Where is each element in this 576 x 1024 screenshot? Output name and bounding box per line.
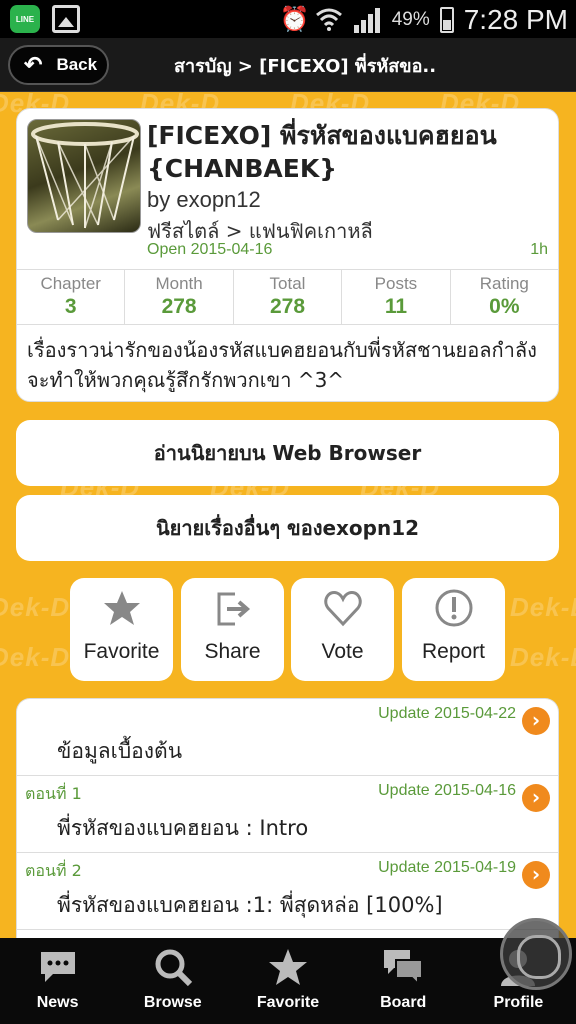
nav-board[interactable]: Board bbox=[346, 938, 461, 1024]
report-button[interactable]: Report bbox=[402, 578, 505, 681]
chapter-title: พี่รหัสของแบคฮยอน : Intro bbox=[57, 816, 309, 840]
vote-button[interactable]: Vote bbox=[291, 578, 394, 681]
watermark: Dek-D bbox=[510, 592, 576, 622]
story-detail[interactable]: Dek-D Dek-D Dek-D Dek-D Dek-D Dek-D Dek-… bbox=[0, 92, 576, 938]
watermark: Dek-D bbox=[0, 592, 71, 622]
back-label: Back bbox=[56, 55, 98, 74]
share-button[interactable]: Share bbox=[181, 578, 284, 681]
stat-total: Total 278 bbox=[234, 270, 343, 324]
battery-percent: 49% bbox=[391, 9, 430, 30]
status-bar: LINE ⏰ 49% 7:28 PM bbox=[0, 0, 576, 38]
chapter-title: พี่รหัสของแบคฮยอน :1: พี่สุดหล่อ [100%] bbox=[57, 893, 443, 917]
chapter-row[interactable]: ตอนที่ 1 Update 2015-04-16 › พี่รหัสของแ… bbox=[17, 776, 558, 853]
title-bar: ↶ Back สารบัญ > [FICEXO] พี่รหัสขอ.. bbox=[0, 38, 576, 92]
clock: 7:28 PM bbox=[463, 4, 568, 35]
line-app-icon: LINE bbox=[10, 5, 40, 33]
board-icon bbox=[384, 950, 424, 987]
signal-icon bbox=[352, 7, 382, 33]
nav-favorite[interactable]: Favorite bbox=[230, 938, 345, 1024]
alarm-icon: ⏰ bbox=[279, 6, 310, 33]
breadcrumb: สารบัญ > [FICEXO] พี่รหัสขอ.. bbox=[174, 56, 437, 77]
other-stories-button[interactable]: นิยายเรื่องอื่นๆ ของexopn12 bbox=[16, 495, 559, 561]
chapter-number: ตอนที่ 2 bbox=[25, 861, 82, 880]
story-open-date: Open 2015-04-16 bbox=[147, 241, 273, 258]
chapter-update-date: Update 2015-04-16 bbox=[378, 782, 516, 799]
back-arrow-icon: ↶ bbox=[24, 52, 43, 77]
chapter-update-date: Update 2015-04-22 bbox=[378, 705, 516, 722]
heart-icon bbox=[323, 590, 362, 627]
chapter-row[interactable]: ตอนที่ 2 Update 2015-04-19 › พี่รหัสของแ… bbox=[17, 853, 558, 930]
watermark: Dek-D bbox=[510, 642, 576, 672]
chevron-right-icon[interactable]: › bbox=[522, 861, 550, 889]
gallery-icon bbox=[52, 5, 80, 33]
chapter-row[interactable]: Update 2015-04-22 › ข้อมูลเบื้องต้น bbox=[17, 699, 558, 776]
chapter-number: ตอนที่ 1 bbox=[25, 784, 82, 803]
bottom-nav: News Browse Favorite Board Profile bbox=[0, 938, 576, 1024]
stat-rating: Rating 0% bbox=[479, 274, 529, 318]
search-icon bbox=[155, 949, 192, 987]
nav-browse[interactable]: Browse bbox=[115, 938, 230, 1024]
story-stats: Chapter 3 Month 278 Total 278 Posts 11 R… bbox=[17, 269, 558, 325]
story-synopsis: เรื่องราวน่ารักของน้องรหัสแบคฮยอนกับพี่ร… bbox=[27, 338, 537, 392]
chevron-right-icon[interactable]: › bbox=[522, 707, 550, 735]
floating-assistive-button[interactable] bbox=[500, 918, 572, 990]
battery-icon bbox=[439, 7, 454, 33]
story-cover-image[interactable] bbox=[27, 119, 141, 233]
star-icon bbox=[103, 591, 140, 625]
chapter-title: ข้อมูลเบื้องต้น bbox=[57, 739, 183, 763]
share-icon bbox=[217, 592, 250, 626]
wifi-icon bbox=[315, 7, 342, 33]
stat-posts: Posts 11 bbox=[342, 270, 451, 324]
chapter-update-date: Update 2015-04-19 bbox=[378, 859, 516, 876]
favorite-button[interactable]: Favorite bbox=[70, 578, 173, 681]
stat-chapter: Chapter 3 bbox=[17, 270, 126, 324]
exclamation-icon bbox=[435, 589, 472, 627]
stat-month: Month 278 bbox=[125, 270, 234, 324]
nav-news[interactable]: News bbox=[0, 938, 115, 1024]
story-title: [FICEXO] พี่รหัสของแบคฮยอน {CHANBAEK} bbox=[147, 121, 497, 183]
chevron-right-icon[interactable]: › bbox=[522, 784, 550, 812]
star-icon bbox=[269, 949, 307, 985]
chapter-list: Update 2015-04-22 › ข้อมูลเบื้องต้น ตอนท… bbox=[16, 698, 559, 938]
news-icon bbox=[40, 952, 75, 982]
read-web-browser-button[interactable]: อ่านนิยายบน Web Browser bbox=[16, 420, 559, 486]
story-author[interactable]: by exopn12 bbox=[147, 187, 261, 213]
watermark: Dek-D bbox=[0, 642, 71, 672]
story-age: 1h bbox=[530, 241, 548, 258]
story-info-card: [FICEXO] พี่รหัสของแบคฮยอน {CHANBAEK} by… bbox=[16, 108, 559, 402]
back-button[interactable]: ↶ Back bbox=[8, 45, 109, 85]
